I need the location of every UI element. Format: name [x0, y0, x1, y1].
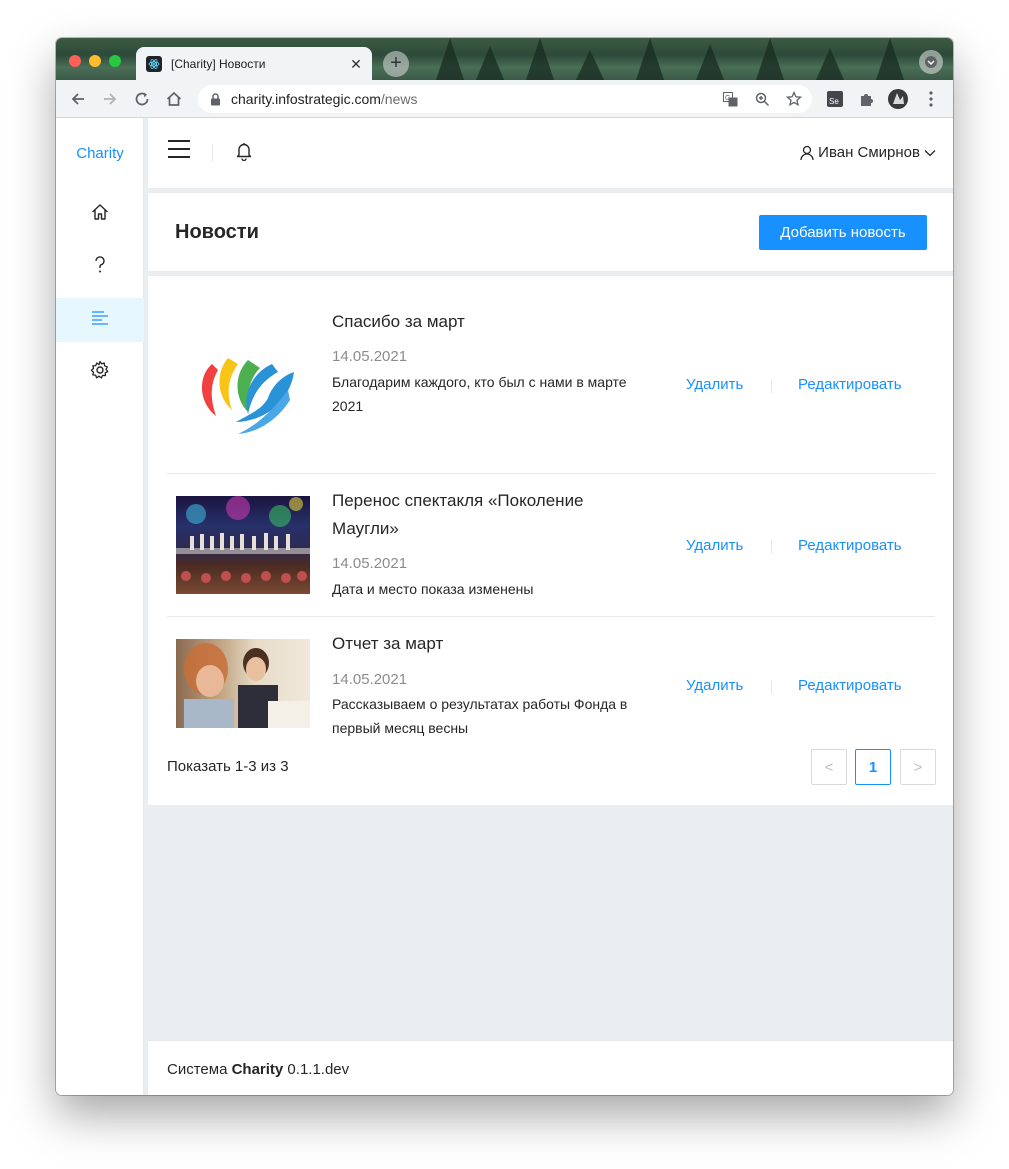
- delete-link[interactable]: Удалить: [686, 677, 743, 694]
- news-list: Спасибо за март 14.05.2021 Благодарим ка…: [148, 276, 953, 805]
- news-date: 14.05.2021: [332, 348, 408, 365]
- translate-icon[interactable]: G: [722, 91, 738, 107]
- sidebar: Charity: [56, 118, 144, 1095]
- top-header: Иван Смирнов: [148, 118, 953, 188]
- news-title[interactable]: Перенос спектакля «Поколение Маугли»: [332, 487, 632, 543]
- browser-tab[interactable]: [Charity] Новости ✕: [136, 47, 372, 80]
- lock-icon: [210, 92, 221, 106]
- svg-text:G: G: [725, 95, 730, 102]
- home-icon: [90, 202, 110, 227]
- sidebar-item-settings[interactable]: [56, 350, 144, 394]
- brand-logo[interactable]: Charity: [56, 145, 144, 162]
- forward-arrow-icon[interactable]: [99, 88, 121, 110]
- window-minimize-button[interactable]: [89, 55, 101, 67]
- sidebar-item-home[interactable]: [56, 192, 144, 236]
- browser-titlebar: [Charity] Новости ✕ +: [56, 38, 953, 80]
- page-title: Новости: [175, 221, 259, 243]
- app-layout: Charity Иван Смирнов Новости Добавить но…: [56, 118, 953, 1095]
- action-divider: [771, 379, 772, 393]
- url-path: /news: [380, 91, 418, 107]
- charity-hands-logo-image: [176, 324, 310, 444]
- new-tab-button[interactable]: +: [383, 51, 409, 77]
- question-icon: [93, 255, 107, 280]
- news-date: 14.05.2021: [332, 671, 408, 688]
- header-divider: [212, 144, 213, 162]
- menu-toggle-icon[interactable]: [168, 140, 190, 160]
- action-divider: [771, 540, 772, 554]
- url-host: charity.infostrategic.com: [231, 91, 381, 107]
- react-favicon-icon: [146, 56, 162, 72]
- back-arrow-icon[interactable]: [67, 88, 89, 110]
- browser-toolbar: charity.infostrategic.com/news G Se: [56, 80, 953, 118]
- edit-link[interactable]: Редактировать: [798, 376, 902, 393]
- user-icon: [800, 145, 814, 161]
- bookmark-star-icon[interactable]: [786, 91, 802, 107]
- news-description: Рассказываем о результатах работы Фонда …: [332, 696, 628, 736]
- news-title[interactable]: Отчет за март: [332, 630, 632, 658]
- news-description: Дата и место показа изменены: [332, 581, 534, 597]
- reload-icon[interactable]: [131, 88, 153, 110]
- sidebar-item-help[interactable]: [56, 245, 144, 289]
- list-item: Отчет за март 14.05.2021 Рассказываем о …: [167, 617, 935, 741]
- browser-menu-dots-icon[interactable]: [920, 88, 942, 110]
- news-description: Благодарим каждого, кто был с нами в мар…: [332, 374, 627, 414]
- user-name: Иван Смирнов: [818, 144, 920, 161]
- news-list-icon: [91, 310, 109, 331]
- news-date: 14.05.2021: [332, 555, 408, 572]
- edit-link[interactable]: Редактировать: [798, 677, 902, 694]
- pagination-next-button[interactable]: >: [900, 749, 936, 785]
- delete-link[interactable]: Удалить: [686, 376, 743, 393]
- sidebar-item-news[interactable]: [56, 298, 144, 342]
- notifications-bell-icon[interactable]: [235, 141, 253, 166]
- add-news-button[interactable]: Добавить новость: [759, 215, 927, 250]
- home-browser-icon[interactable]: [163, 88, 185, 110]
- settings-gear-icon: [90, 360, 110, 385]
- theater-stage-photo: [176, 496, 310, 594]
- address-bar[interactable]: charity.infostrategic.com/news G: [198, 85, 812, 113]
- page-header: Новости Добавить новость: [148, 193, 953, 271]
- footer: Система Charity 0.1.1.dev: [148, 1040, 953, 1095]
- news-title[interactable]: Спасибо за март: [332, 308, 632, 336]
- list-item: Спасибо за март 14.05.2021 Благодарим ка…: [167, 276, 935, 474]
- tab-title: [Charity] Новости: [171, 57, 266, 71]
- window-close-button[interactable]: [69, 55, 81, 67]
- edit-link[interactable]: Редактировать: [798, 537, 902, 554]
- zoom-icon[interactable]: [754, 91, 770, 107]
- footer-version: 0.1.1.dev: [283, 1061, 350, 1078]
- list-item: Перенос спектакля «Поколение Маугли» 14.…: [167, 474, 935, 617]
- extensions-puzzle-icon[interactable]: [856, 88, 878, 110]
- profile-avatar-icon[interactable]: [887, 88, 909, 110]
- delete-link[interactable]: Удалить: [686, 537, 743, 554]
- selenium-extension-icon[interactable]: Se: [824, 88, 846, 110]
- pagination-prev-button[interactable]: <: [811, 749, 847, 785]
- report-people-photo: [176, 639, 310, 728]
- window-zoom-button[interactable]: [109, 55, 121, 67]
- footer-brand: Charity: [231, 1061, 284, 1078]
- action-divider: [771, 680, 772, 694]
- pagination-total: Показать 1-3 из 3: [167, 758, 289, 775]
- svg-text:Se: Se: [829, 97, 839, 106]
- tab-search-button[interactable]: [919, 50, 943, 74]
- tab-close-icon[interactable]: ✕: [348, 56, 364, 73]
- chevron-down-icon: [924, 149, 936, 157]
- pagination-page-1[interactable]: 1: [855, 749, 891, 785]
- user-menu[interactable]: Иван Смирнов: [800, 144, 936, 161]
- footer-prefix: Система: [167, 1061, 232, 1078]
- browser-window: [Charity] Новости ✕ + charity.infostrate…: [56, 38, 953, 1095]
